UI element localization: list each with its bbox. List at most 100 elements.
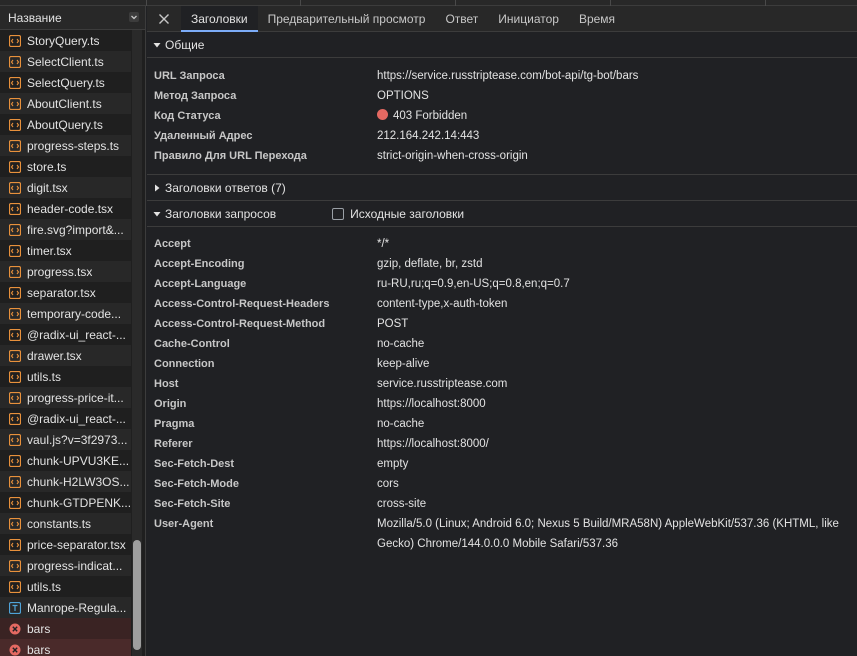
request-name: bars [27,642,51,656]
request-headers-title: Заголовки запросов [165,206,277,221]
tab-timing[interactable]: Время [569,6,625,31]
header-value: https://localhost:8000 [377,398,486,410]
script-file-icon [8,34,21,47]
request-row[interactable]: utils.ts [0,576,131,597]
request-row[interactable]: progress-indicat... [0,555,131,576]
request-row[interactable]: @radix-ui_react-... [0,324,131,345]
triangle-down-icon [151,39,163,51]
status-code-text: 403 Forbidden [393,110,468,122]
request-name: @radix-ui_react-... [27,327,126,342]
request-row[interactable]: price-separator.tsx [0,534,131,555]
request-row[interactable]: bars [0,639,131,656]
request-row[interactable]: drawer.tsx [0,345,131,366]
request-row[interactable]: fire.svg?import&... [0,219,131,240]
request-header-row: Pragma no-cache [147,414,857,434]
header-key: Cache-Control [154,338,230,350]
script-file-icon [8,118,21,131]
script-file-icon [8,160,21,173]
general-value: OPTIONS [377,90,429,102]
script-file-icon [8,97,21,110]
header-value: service.russtriptease.com [377,378,508,390]
request-row[interactable]: Manrope-Regula... [0,597,131,618]
general-key: URL Запроса [154,70,225,82]
request-row[interactable]: utils.ts [0,366,131,387]
header-key: Accept [154,238,191,250]
request-row[interactable]: chunk-H2LW3OS... [0,471,131,492]
raw-headers-label[interactable]: Исходные заголовки [350,207,464,221]
raw-headers-checkbox[interactable] [332,207,345,220]
request-row[interactable]: progress.tsx [0,261,131,282]
general-value: strict-origin-when-cross-origin [377,150,528,162]
request-name: bars [27,621,51,636]
name-column-header[interactable]: Название [0,6,145,30]
header-key: Access-Control-Request-Method [154,318,326,330]
request-list-scrollbar[interactable] [132,30,142,656]
request-header-row: Referer https://localhost:8000/ [147,434,857,454]
request-name: vaul.js?v=3f2973... [27,432,128,447]
script-file-icon [8,55,21,68]
request-name: chunk-H2LW3OS... [27,474,130,489]
scrollbar-thumb[interactable] [133,540,141,650]
header-value: https://localhost:8000/ [377,438,489,450]
request-row[interactable]: chunk-GTDPENK... [0,492,131,513]
request-row[interactable]: chunk-UPVU3KE... [0,450,131,471]
request-row[interactable]: progress-steps.ts [0,135,131,156]
header-key: Access-Control-Request-Headers [154,298,330,310]
tab-response[interactable]: Ответ [435,6,488,31]
request-row[interactable]: timer.tsx [0,240,131,261]
header-key: Connection [154,358,215,370]
response-headers-section-header[interactable]: Заголовки ответов (7) [147,175,857,201]
request-row[interactable]: SelectQuery.ts [0,72,131,93]
script-file-icon [8,412,21,425]
request-row[interactable]: store.ts [0,156,131,177]
request-row[interactable]: AboutQuery.ts [0,114,131,135]
request-row[interactable]: AboutClient.ts [0,93,131,114]
request-name: header-code.tsx [27,201,114,216]
script-file-icon [8,538,21,551]
general-value: https://service.russtriptease.com/bot-ap… [377,70,639,82]
request-name: AboutQuery.ts [27,117,103,132]
request-row[interactable]: progress-price-it... [0,387,131,408]
header-key: Referer [154,438,193,450]
tab-preview[interactable]: Предварительный просмотр [258,6,436,31]
script-file-icon [8,202,21,215]
script-file-icon [8,496,21,509]
request-row[interactable]: constants.ts [0,513,131,534]
request-name: SelectQuery.ts [27,75,105,90]
request-row[interactable]: @radix-ui_react-... [0,408,131,429]
request-row[interactable]: temporary-code... [0,303,131,324]
request-name: progress-indicat... [27,558,123,573]
general-value: 212.164.242.14:443 [377,130,480,142]
header-value: no-cache [377,338,425,350]
request-row[interactable]: StoryQuery.ts [0,30,131,51]
general-section-body: URL Запроса https://service.russtriptease… [147,58,857,175]
font-file-icon [8,601,21,614]
header-key: Accept-Language [154,278,247,290]
script-file-icon [8,223,21,236]
header-key: Host [154,378,179,390]
close-icon[interactable] [147,6,181,31]
error-icon [8,643,21,656]
general-row: Код Статуса 403 Forbidden [147,106,857,126]
chevron-down-icon[interactable] [129,11,139,22]
request-headers-section-header[interactable]: Заголовки запросов Исходные заголовки [147,201,857,227]
script-file-icon [8,349,21,362]
header-value: content-type,x-auth-token [377,298,508,310]
tab-initiator[interactable]: Инициатор [488,6,569,31]
request-row[interactable]: bars [0,618,131,639]
header-value: POST [377,318,409,330]
request-row[interactable]: digit.tsx [0,177,131,198]
header-value: Mozilla/5.0 (Linux; Android 6.0; Nexus 5… [377,518,839,550]
request-name: utils.ts [27,579,62,594]
script-file-icon [8,286,21,299]
request-row[interactable]: separator.tsx [0,282,131,303]
request-row[interactable]: vaul.js?v=3f2973... [0,429,131,450]
tab-headers[interactable]: Заголовки [181,6,258,32]
general-section-header[interactable]: Общие [147,32,857,58]
request-row[interactable]: SelectClient.ts [0,51,131,72]
header-value: ru-RU,ru;q=0.9,en-US;q=0.8,en;q=0.7 [377,278,570,290]
script-file-icon [8,454,21,467]
request-list-panel: Название StoryQuery.ts SelectClient.ts Sel… [0,6,146,656]
script-file-icon [8,181,21,194]
request-row[interactable]: header-code.tsx [0,198,131,219]
